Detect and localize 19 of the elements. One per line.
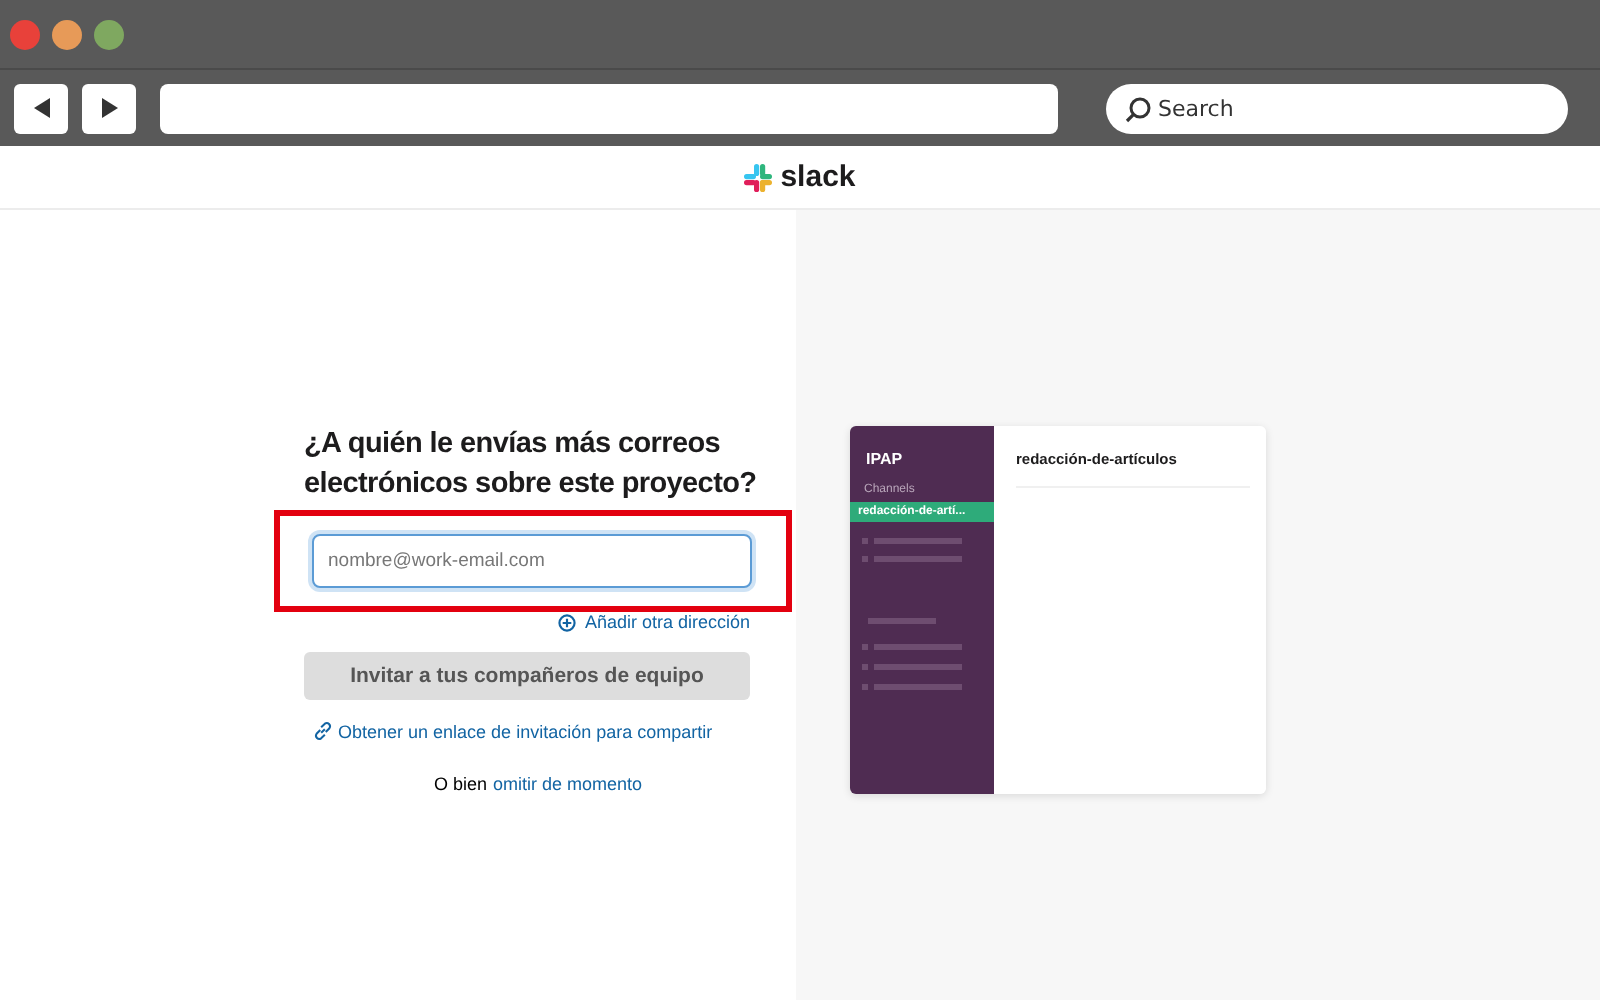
form-heading: ¿A quién le envías más correos electrónicos sobre este proyecto? — [304, 426, 759, 504]
back-button[interactable] — [14, 83, 68, 133]
plus-circle-icon — [558, 613, 577, 631]
skip-link[interactable]: omitir de momento — [493, 774, 643, 794]
link-icon — [312, 720, 334, 742]
search-field[interactable]: Search — [1106, 83, 1568, 133]
logo-text: slack — [780, 160, 856, 194]
logo-icon — [744, 163, 773, 191]
email-field[interactable]: nombre@work-email.com — [312, 534, 752, 588]
invite-link[interactable]: Obtener un enlace de invitación para compartir — [312, 720, 713, 742]
skip-prefix: O bien — [434, 774, 488, 794]
back-arrow-icon — [29, 96, 53, 120]
workspace-name: IPAP — [866, 450, 903, 468]
forward-button[interactable] — [82, 83, 136, 133]
minimize-window-button[interactable] — [52, 19, 82, 49]
add-address-link[interactable]: Añadir otra dirección — [558, 612, 750, 632]
zoom-window-button[interactable] — [94, 19, 124, 49]
forward-arrow-icon — [97, 96, 121, 120]
address-bar[interactable] — [160, 83, 1058, 133]
